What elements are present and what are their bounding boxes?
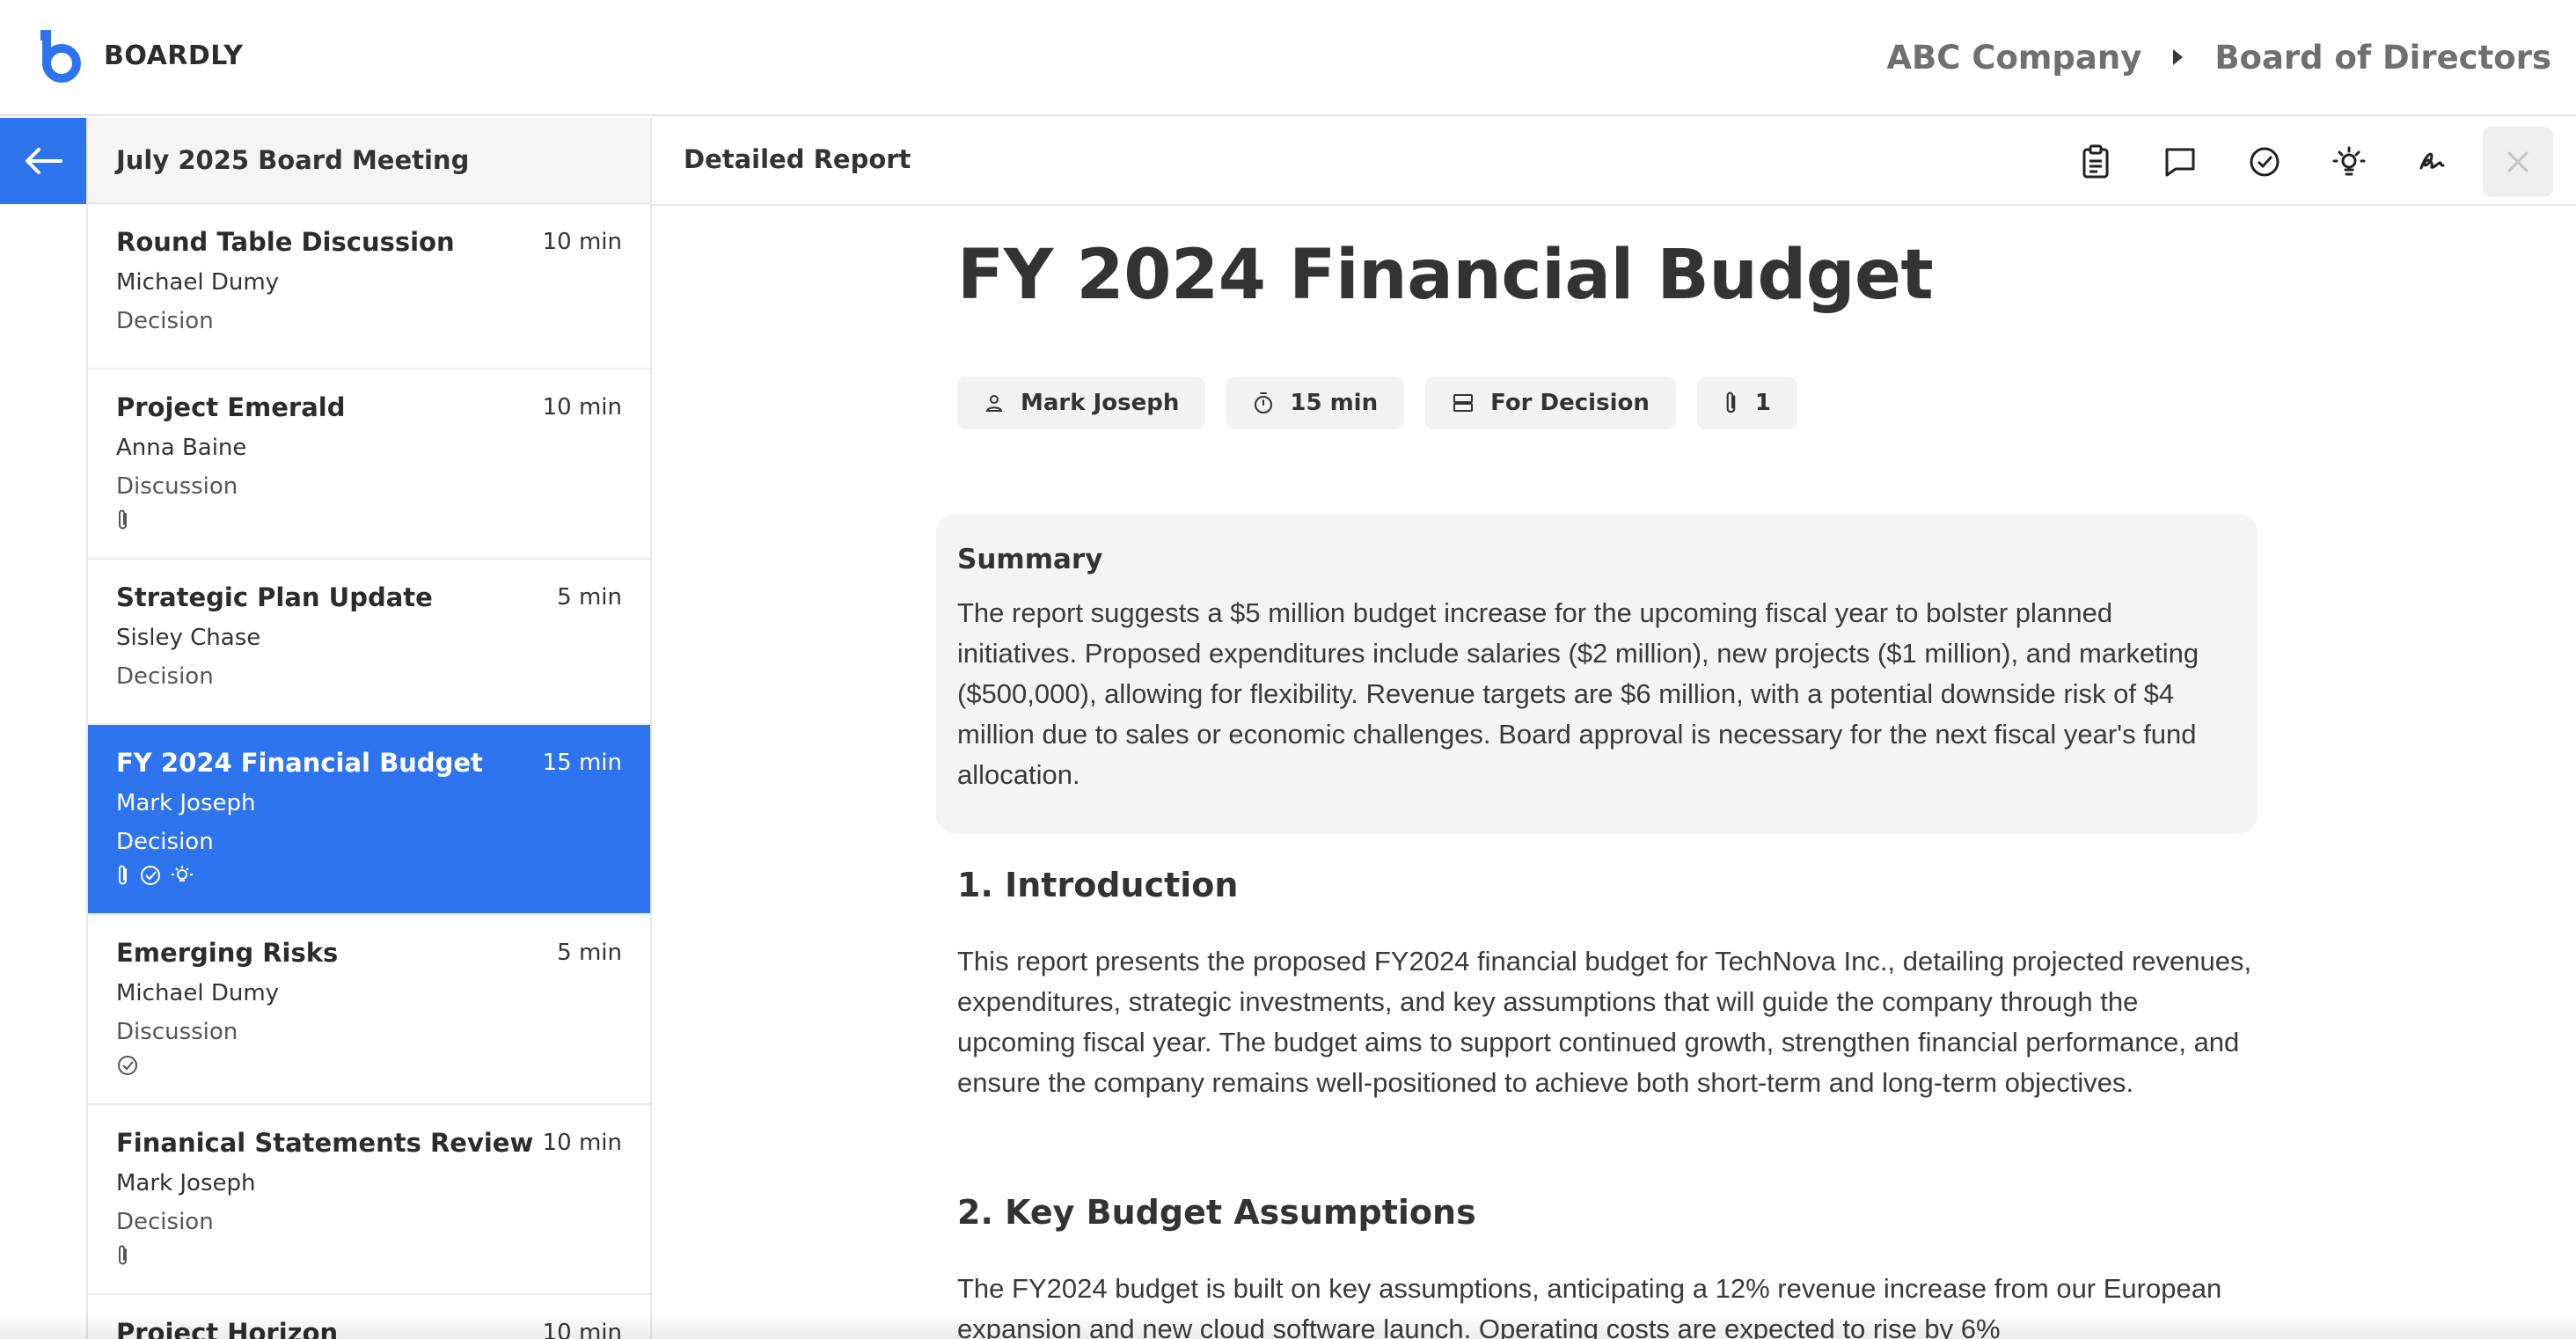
back-button[interactable] bbox=[0, 118, 86, 204]
agenda-item-icons bbox=[116, 1244, 622, 1267]
agenda-item-duration: 10 min bbox=[542, 1130, 622, 1156]
decisions-button[interactable] bbox=[2229, 127, 2300, 197]
breadcrumb-board[interactable]: Board of Directors bbox=[2214, 39, 2551, 77]
section-heading: 2. Key Budget Assumptions bbox=[957, 1193, 1476, 1232]
agenda-item-duration: 10 min bbox=[542, 229, 622, 255]
agenda-item[interactable]: Round Table Discussion 10 min Michael Du… bbox=[88, 204, 650, 370]
summary-text: The report suggests a $5 million budget … bbox=[957, 597, 2199, 790]
type-chip: For Decision bbox=[1425, 377, 1676, 429]
section-text: This report presents the proposed FY2024… bbox=[957, 946, 2252, 1098]
agenda-item-icons bbox=[116, 864, 622, 887]
paperclip-icon bbox=[119, 865, 127, 885]
report-meta-chips: Mark Joseph 15 min For Decision 1 bbox=[957, 377, 1797, 429]
paperclip-icon bbox=[119, 1245, 127, 1265]
agenda-item[interactable]: Finanical Statements Review 10 min Mark … bbox=[88, 1105, 650, 1295]
stopwatch-icon bbox=[1255, 392, 1273, 413]
presenter-name: Mark Joseph bbox=[1021, 390, 1180, 416]
chevron-right-icon bbox=[2173, 49, 2184, 65]
brand-name: BOARDLY bbox=[104, 40, 244, 71]
section-text: The FY2024 budget is built on key assump… bbox=[957, 1273, 2222, 1339]
agenda-item-type: Decision bbox=[116, 308, 214, 334]
agenda-item-presenter: Mark Joseph bbox=[116, 790, 256, 816]
agenda-item-presenter: Mark Joseph bbox=[116, 1170, 256, 1196]
report-button[interactable] bbox=[2060, 127, 2131, 197]
paperclip-icon bbox=[1726, 391, 1736, 413]
duration-chip: 15 min bbox=[1226, 377, 1405, 429]
presenter-chip: Mark Joseph bbox=[957, 377, 1206, 429]
agenda-item[interactable]: Strategic Plan Update 5 min Sisley Chase… bbox=[88, 560, 650, 725]
agenda-item-duration: 5 min bbox=[557, 940, 622, 966]
comments-button[interactable] bbox=[2145, 127, 2215, 197]
agenda-sidebar: July 2025 Board Meeting Round Table Disc… bbox=[86, 118, 652, 1339]
clipboard-icon bbox=[2082, 144, 2109, 179]
insights-button[interactable] bbox=[2314, 127, 2384, 197]
agenda-item-duration: 10 min bbox=[542, 394, 622, 421]
left-rail bbox=[0, 118, 86, 1339]
agenda-item-presenter: Sisley Chase bbox=[116, 625, 261, 651]
close-button[interactable] bbox=[2483, 127, 2553, 197]
agenda-item-type: Decision bbox=[116, 1209, 214, 1235]
section-introduction: 1. Introduction This report presents the… bbox=[957, 866, 2259, 1103]
type-value: For Decision bbox=[1490, 390, 1650, 416]
agenda-item-active[interactable]: FY 2024 Financial Budget 15 min Mark Jos… bbox=[88, 725, 650, 915]
agenda-item[interactable]: Project Emerald 10 min Anna Baine Discus… bbox=[88, 370, 650, 560]
agenda-item-type: Discussion bbox=[116, 1019, 238, 1045]
breadcrumb: ABC Company Board of Directors bbox=[1886, 35, 2551, 79]
duration-value: 15 min bbox=[1290, 390, 1379, 416]
breadcrumb-company[interactable]: ABC Company bbox=[1886, 39, 2141, 77]
stack-icon bbox=[1453, 394, 1474, 412]
report-content[interactable]: FY 2024 Financial Budget Mark Joseph 15 … bbox=[652, 208, 2576, 1339]
lightbulb-icon bbox=[172, 866, 193, 882]
meeting-title: July 2025 Board Meeting bbox=[88, 118, 650, 204]
lightbulb-icon bbox=[2332, 146, 2366, 176]
summary-heading: Summary bbox=[957, 544, 1103, 575]
boardly-logo-icon[interactable] bbox=[39, 30, 83, 83]
agenda-item-type: Decision bbox=[116, 829, 214, 855]
paperclip-icon bbox=[119, 509, 127, 530]
agenda-item-presenter: Michael Dumy bbox=[116, 980, 280, 1006]
report-tab-label[interactable]: Detailed Report bbox=[684, 144, 911, 174]
arrow-left-icon bbox=[26, 148, 62, 174]
agenda-item[interactable]: Project Horizon 10 min bbox=[88, 1295, 650, 1339]
summary-box: Summary The report suggests a $5 million… bbox=[936, 514, 2258, 834]
report-title: FY 2024 Financial Budget bbox=[957, 236, 1934, 315]
agenda-item-presenter: Anna Baine bbox=[116, 435, 247, 461]
agenda-item-icons bbox=[116, 509, 622, 531]
agenda-item-duration: 5 min bbox=[557, 584, 622, 611]
agenda-item-presenter: Michael Dumy bbox=[116, 269, 280, 296]
signature-button[interactable] bbox=[2398, 127, 2469, 197]
section-heading: 1. Introduction bbox=[957, 866, 1239, 904]
person-icon bbox=[985, 395, 1003, 412]
comment-icon bbox=[2165, 148, 2195, 177]
attachments-chip[interactable]: 1 bbox=[1696, 377, 1797, 429]
report-toolbar bbox=[2060, 127, 2553, 197]
agenda-item-title: Emerging Risks bbox=[116, 938, 339, 968]
agenda-item-type: Decision bbox=[116, 663, 214, 690]
agenda-item-duration: 10 min bbox=[542, 1320, 622, 1339]
check-circle-icon bbox=[2250, 147, 2280, 177]
attachments-count: 1 bbox=[1754, 390, 1771, 416]
main-header: Detailed Report bbox=[652, 118, 2576, 206]
agenda-item-icons bbox=[116, 1054, 622, 1077]
agenda-item[interactable]: Emerging Risks 5 min Michael Dumy Discus… bbox=[88, 915, 650, 1105]
check-circle-icon bbox=[118, 1056, 137, 1075]
top-bar: BOARDLY ABC Company Board of Directors bbox=[0, 0, 2576, 116]
agenda-item-type: Discussion bbox=[116, 473, 238, 500]
section-key-assumptions: 2. Key Budget Assumptions The FY2024 bud… bbox=[957, 1193, 2259, 1339]
signature-icon bbox=[2419, 152, 2445, 170]
agenda-item-title: Strategic Plan Update bbox=[116, 582, 433, 612]
agenda-item-duration: 15 min bbox=[542, 750, 622, 776]
check-circle-icon bbox=[141, 866, 160, 885]
close-icon bbox=[2507, 151, 2528, 172]
